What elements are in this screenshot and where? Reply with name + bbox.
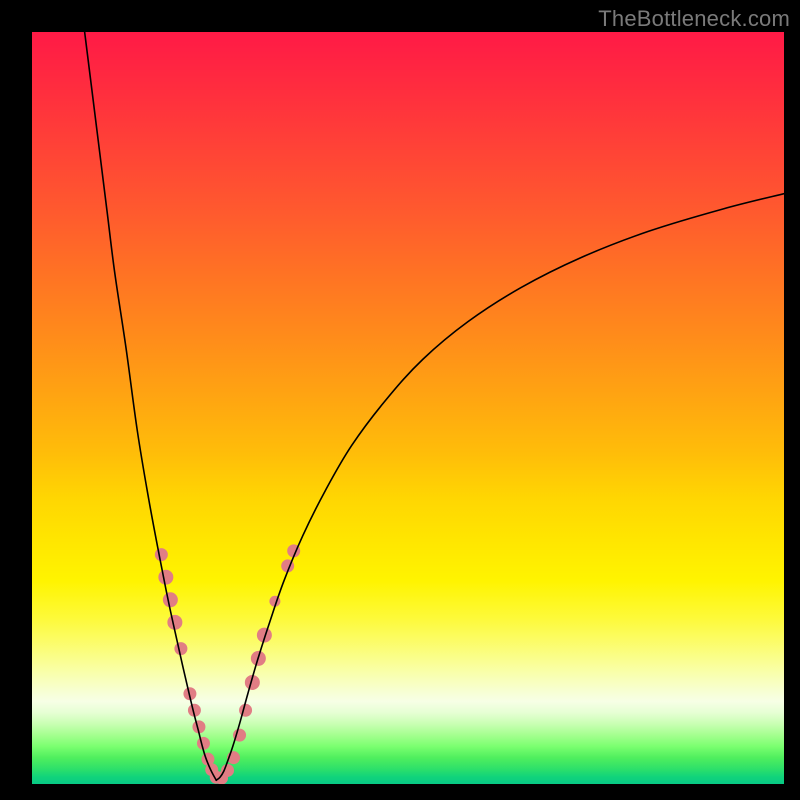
chart-container: TheBottleneck.com	[0, 0, 800, 800]
data-marker	[282, 560, 294, 572]
data-marker	[245, 675, 259, 689]
data-marker	[155, 549, 167, 561]
data-marker	[197, 737, 209, 749]
data-marker	[206, 764, 218, 776]
plot-area	[32, 32, 784, 784]
data-marker	[240, 704, 252, 716]
data-marker	[216, 772, 228, 784]
marker-layer	[155, 545, 299, 784]
watermark-text: TheBottleneck.com	[598, 6, 790, 32]
data-marker	[159, 570, 173, 584]
curve-svg	[32, 32, 784, 784]
data-marker	[251, 651, 265, 665]
data-marker	[188, 704, 200, 716]
data-marker	[175, 643, 187, 655]
data-marker	[222, 764, 234, 776]
data-marker	[210, 771, 222, 783]
data-marker	[193, 721, 205, 733]
data-marker	[163, 593, 177, 607]
curve-left-branch	[85, 32, 217, 780]
data-marker	[270, 596, 280, 606]
data-marker	[234, 729, 246, 741]
data-marker	[228, 752, 240, 764]
curve-right-branch	[216, 194, 784, 781]
data-marker	[168, 615, 182, 629]
data-marker	[288, 545, 300, 557]
data-marker	[184, 688, 196, 700]
data-marker	[202, 753, 214, 765]
data-marker	[257, 628, 271, 642]
